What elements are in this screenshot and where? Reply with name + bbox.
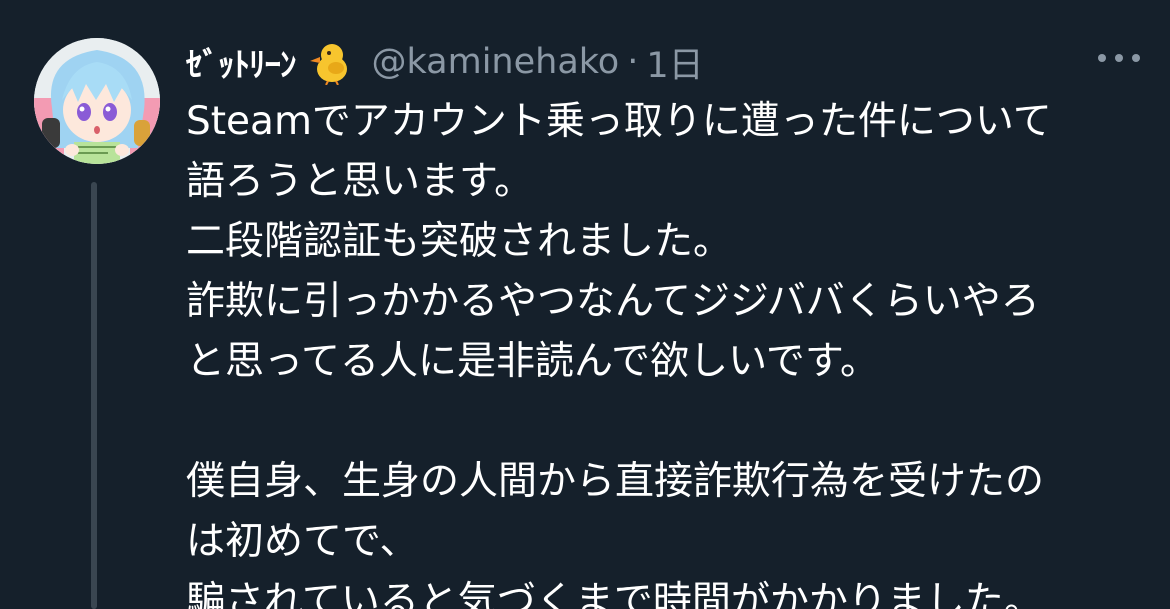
timestamp[interactable]: 1日: [646, 37, 703, 88]
anime-avatar-image: [34, 38, 160, 164]
more-options-icon[interactable]: [1098, 52, 1140, 64]
tweet-text-line: 僕自身、生身の人間から直接詐欺行為を受けたの: [186, 459, 1045, 504]
tweet-header: ｾﾞｯﾄﾘｰﾝ @kaminehako · 1日: [186, 34, 704, 90]
separator-dot: ·: [627, 42, 639, 82]
tweet-text-line: 二段階認証も突破されました。: [186, 219, 733, 264]
more-dot: [1115, 54, 1123, 62]
tweet-text-line: は初めてで、: [186, 519, 419, 564]
tweet-text-line: 詐欺に引っかかるやつなんてジジババくらいやろ: [186, 279, 1040, 324]
tweet-text: Steamでアカウント乗っ取りに遭った件について 語ろうと思います。 二段階認証…: [186, 92, 1146, 609]
thread-connector-line: [91, 182, 97, 609]
display-name[interactable]: ｾﾞｯﾄﾘｰﾝ: [186, 38, 296, 86]
avatar[interactable]: [34, 38, 160, 164]
tweet-text-line: と思ってる人に是非読んで欲しいです。: [186, 339, 880, 384]
tweet-text-line: Steamでアカウント乗っ取りに遭った件について: [186, 99, 1052, 144]
baby-chick-icon: [309, 44, 347, 85]
more-dot: [1132, 54, 1140, 62]
more-dot: [1098, 54, 1106, 62]
tweet-text-line: 語ろうと思います。: [186, 159, 534, 204]
tweet-text-line: 騙されていると気づくまで時間がかかりました。: [186, 579, 1043, 609]
tweet[interactable]: ｾﾞｯﾄﾘｰﾝ @kaminehako · 1日 Steamでアカウント乗っ取り…: [0, 0, 1170, 609]
user-handle[interactable]: @kaminehako: [372, 42, 620, 82]
